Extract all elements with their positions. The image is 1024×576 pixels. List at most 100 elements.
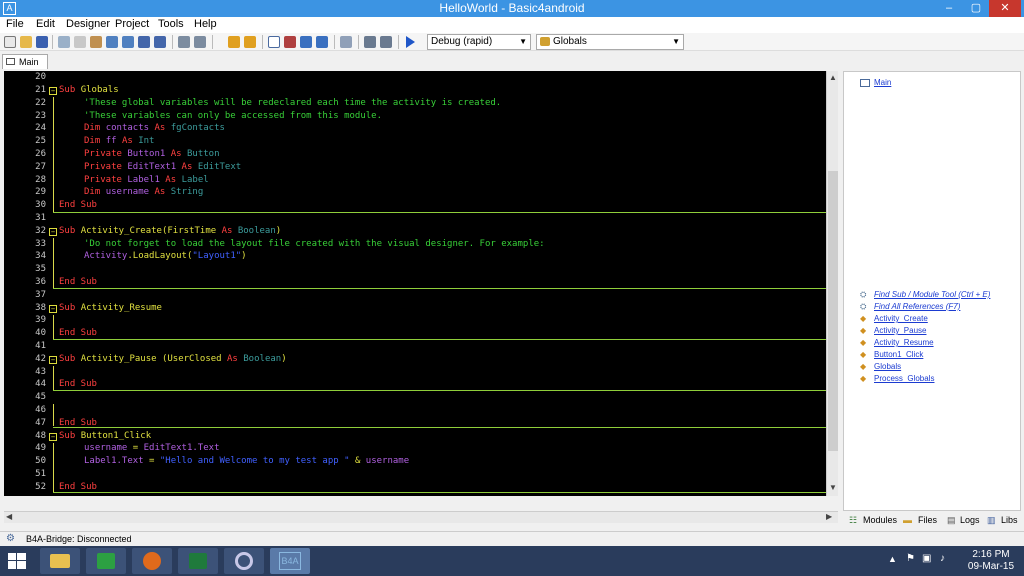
sub-link-activity-pause[interactable]: Activity_Pause [874, 326, 926, 335]
file-explorer-icon[interactable] [40, 548, 80, 574]
fold-marker-icon[interactable]: − [49, 228, 57, 236]
eclipse-icon[interactable] [224, 548, 264, 574]
find-references-link[interactable]: Find All References (F7) [874, 302, 960, 311]
module-link-main[interactable]: Main [874, 78, 891, 87]
fold-marker-icon[interactable]: − [49, 433, 57, 441]
paste-icon[interactable] [90, 36, 102, 48]
tab-modules[interactable]: Modules [863, 515, 897, 525]
menu-project[interactable]: Project [115, 18, 149, 30]
code-editor[interactable]: − − − − − 20 21 22 23 24 25 26 27 28 29 … [4, 71, 826, 496]
fold-marker-icon[interactable]: − [49, 356, 57, 364]
close-button[interactable]: ✕ [989, 0, 1021, 17]
chevron-down-icon: ▼ [519, 37, 527, 46]
sub-separator [53, 339, 826, 340]
copy-icon[interactable] [58, 36, 70, 48]
volume-icon[interactable]: ♪ [940, 553, 945, 564]
maximize-button[interactable]: ▢ [963, 0, 989, 17]
code-line: Private Label1 As Label [84, 175, 209, 185]
editor-vertical-scrollbar[interactable]: ▲ ▼ [826, 71, 838, 496]
editor-horizontal-scrollbar[interactable]: ◀ ▶ [4, 511, 838, 523]
line-number: 20 [35, 72, 46, 82]
window-icon[interactable] [268, 36, 280, 48]
sub-icon: ◆ [860, 314, 867, 323]
block-comment-icon[interactable] [364, 36, 376, 48]
find-sub-link[interactable]: Find Sub / Module Tool (Ctrl + E) [874, 290, 990, 299]
scroll-thumb[interactable] [828, 171, 838, 451]
sub-separator [53, 492, 826, 493]
libs-icon: ▥ [987, 515, 996, 525]
line-number: 21 [35, 85, 46, 95]
back-arrow-icon[interactable] [228, 36, 240, 48]
scroll-left-icon[interactable]: ◀ [6, 512, 12, 521]
fold-marker-icon[interactable]: − [49, 305, 57, 313]
font-size-icon[interactable] [340, 36, 352, 48]
uncomment-icon[interactable] [316, 36, 328, 48]
code-line: Sub Button1_Click [59, 431, 152, 441]
sub-link-globals[interactable]: Globals [874, 362, 901, 371]
menu-help[interactable]: Help [194, 18, 217, 30]
menu-designer[interactable]: Designer [66, 18, 110, 30]
fold-marker-icon[interactable]: − [49, 87, 57, 95]
sub-link-activity-create[interactable]: Activity_Create [874, 314, 928, 323]
save-icon[interactable] [36, 36, 48, 48]
code-line: Sub Activity_Resume [59, 303, 162, 313]
document-icon [6, 58, 15, 65]
store-icon[interactable] [86, 548, 126, 574]
scroll-right-icon[interactable]: ▶ [826, 512, 832, 521]
code-line: End Sub [59, 418, 97, 428]
chevron-down-icon: ▼ [672, 37, 680, 46]
tray-expand-icon[interactable]: ▲ [888, 554, 897, 564]
sub-link-button1-click[interactable]: Button1_Click [874, 350, 923, 359]
scroll-up-icon[interactable]: ▲ [829, 73, 837, 82]
cut-icon[interactable] [74, 36, 86, 48]
undo-icon[interactable] [106, 36, 118, 48]
ide-window: A HelloWorld - Basic4android – ▢ ✕ File … [0, 0, 1024, 546]
bridge-icon: ⚙ [6, 533, 15, 544]
b4a-taskbar-button[interactable]: B4A [270, 548, 310, 574]
menu-edit[interactable]: Edit [36, 18, 55, 30]
indent-icon[interactable] [178, 36, 190, 48]
module-tab-strip: Main [0, 53, 1024, 70]
open-folder-icon[interactable] [20, 36, 32, 48]
status-bar: ⚙ B4A-Bridge: Disconnected [0, 531, 1024, 546]
menu-file[interactable]: File [6, 18, 24, 30]
flag-icon[interactable]: ⚑ [906, 553, 915, 564]
run-icon[interactable] [406, 36, 415, 48]
sub-select[interactable]: Globals ▼ [536, 34, 684, 50]
clock-date: 09-Mar-15 [967, 561, 1015, 572]
outdent-icon[interactable] [194, 36, 206, 48]
line-number: 48 [35, 431, 46, 441]
line-number: 39 [35, 315, 46, 325]
firefox-icon[interactable] [132, 548, 172, 574]
tab-files[interactable]: Files [918, 515, 937, 525]
sub-icon: ◆ [860, 374, 867, 383]
replace-icon[interactable] [154, 36, 166, 48]
find-icon[interactable] [138, 36, 150, 48]
line-number: 36 [35, 277, 46, 287]
windows-start-icon[interactable] [8, 553, 26, 569]
comment-icon[interactable] [300, 36, 312, 48]
menu-tools[interactable]: Tools [158, 18, 184, 30]
scroll-down-icon[interactable]: ▼ [829, 483, 837, 492]
excel-icon[interactable] [178, 548, 218, 574]
build-mode-select[interactable]: Debug (rapid) ▼ [427, 34, 531, 50]
network-icon[interactable]: ▣ [922, 553, 931, 564]
line-number: 37 [35, 290, 46, 300]
block-uncomment-icon[interactable] [380, 36, 392, 48]
redo-icon[interactable] [122, 36, 134, 48]
sub-link-process-globals[interactable]: Process_Globals [874, 374, 934, 383]
breakpoint-icon[interactable] [284, 36, 296, 48]
forward-arrow-icon[interactable] [244, 36, 256, 48]
line-number: 44 [35, 379, 46, 389]
tab-logs[interactable]: Logs [960, 515, 980, 525]
taskbar-clock[interactable]: 2:16 PM 09-Mar-15 [962, 549, 1020, 573]
line-number: 49 [35, 443, 46, 453]
code-line: Dim ff As Int [84, 136, 155, 146]
line-number: 31 [35, 213, 46, 223]
sub-link-activity-resume[interactable]: Activity_Resume [874, 338, 934, 347]
minimize-button[interactable]: – [935, 0, 963, 17]
new-file-icon[interactable] [4, 36, 16, 48]
tab-main[interactable]: Main [2, 54, 48, 69]
sub-icon: ◆ [860, 338, 867, 347]
tab-libs[interactable]: Libs [1001, 515, 1018, 525]
